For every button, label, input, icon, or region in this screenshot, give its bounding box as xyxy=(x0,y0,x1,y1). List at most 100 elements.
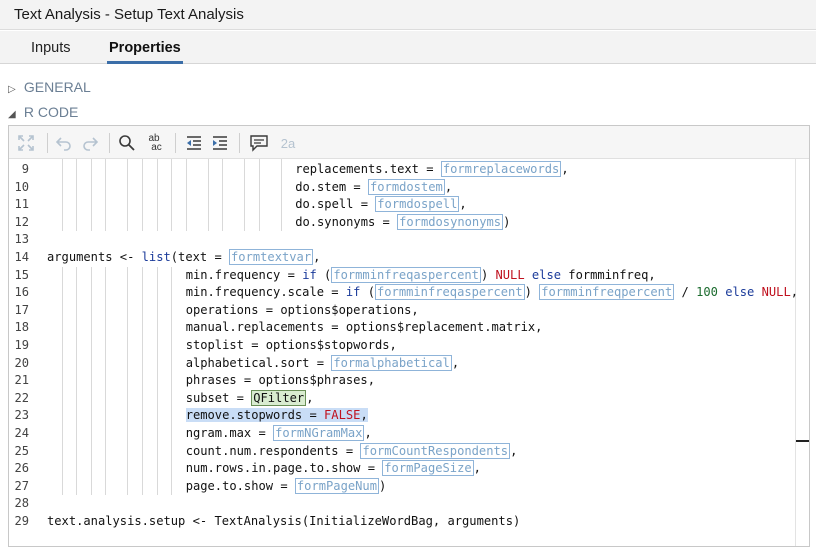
code-text[interactable]: text.analysis.setup <- TextAnalysis(Init… xyxy=(47,514,520,528)
code-text[interactable]: operations = options$operations, xyxy=(186,303,419,317)
code-text[interactable]: page.to.show = formPageNum) xyxy=(186,477,386,494)
replace-bottom-label: ac xyxy=(151,142,162,153)
code-line[interactable]: 26 num.rows.in.page.to.show = formPageSiz… xyxy=(9,460,809,478)
form-control-reference: formPageNum xyxy=(294,477,379,494)
code-text[interactable]: num.rows.in.page.to.show = formPageSize, xyxy=(185,460,481,477)
tab-inputs[interactable]: Inputs xyxy=(31,40,71,56)
code-token: do.stem = xyxy=(295,179,368,194)
code-text[interactable]: manual.replacements = options$replacemen… xyxy=(186,320,543,334)
section-general-label: GENERAL xyxy=(23,79,91,95)
code-token: ) xyxy=(503,214,511,229)
line-number: 27 xyxy=(14,478,29,493)
search-icon[interactable] xyxy=(116,132,138,154)
redo-icon[interactable] xyxy=(79,132,101,154)
code-line[interactable]: 12 do.synonyms = formdosynonyms) xyxy=(9,213,809,232)
toolbar-separator xyxy=(109,133,110,153)
code-line[interactable]: 23 remove.stopwords = FALSE, xyxy=(9,407,809,425)
code-line[interactable]: 20 alphabetical.sort = formalphabetical, xyxy=(9,354,809,373)
code-token: , xyxy=(306,390,314,405)
code-line[interactable]: 11 do.spell = formdospell, xyxy=(9,196,809,214)
code-text[interactable]: phrases = options$phrases, xyxy=(186,373,375,387)
form-control-reference: formNGramMax xyxy=(273,425,365,441)
form-control-reference: formminfreqaspercent xyxy=(331,266,481,283)
line-number: 23 xyxy=(14,408,29,423)
code-text[interactable]: stoplist = options$stopwords, xyxy=(186,338,397,352)
code-token: text.analysis.setup <- TextAnalysis(Init… xyxy=(47,514,521,528)
title-bar: Text Analysis - Setup Text Analysis xyxy=(0,0,816,30)
code-token: replacements.text = xyxy=(295,162,441,176)
code-line[interactable]: 15 min.frequency = if (formminfreqasperce… xyxy=(9,266,809,285)
code-text[interactable]: count.num.respondents = formCountRespond… xyxy=(185,442,517,459)
keyword-token: if xyxy=(345,285,361,300)
code-token: ngram.max = xyxy=(185,426,274,440)
code-token: do.synonyms = xyxy=(295,214,398,229)
code-text[interactable]: replacements.text = formreplacewords, xyxy=(295,161,569,177)
code-line[interactable]: 18 manual.replacements = options$replacem… xyxy=(9,319,809,337)
code-text[interactable]: subset = QFilter, xyxy=(185,389,314,406)
code-line[interactable]: 29 text.analysis.setup <- TextAnalysis(In… xyxy=(9,513,809,531)
collapsed-arrow-icon: ▷ xyxy=(8,84,16,95)
code-token: manual.replacements = options$replacemen… xyxy=(185,320,543,335)
editor-toolbar: ab ac 2a xyxy=(9,126,809,159)
code-token: , xyxy=(444,179,453,194)
window-title: Text Analysis - Setup Text Analysis xyxy=(14,6,244,23)
code-line[interactable]: 27 page.to.show = formPageNum) xyxy=(9,477,809,496)
literal-token: NULL xyxy=(495,267,525,282)
code-line[interactable]: 24 ngram.max = formNGramMax, xyxy=(9,425,809,443)
code-editor[interactable]: ab ac 2a 9 replacements.text = formreplac… xyxy=(8,125,810,547)
section-rcode-label: R CODE xyxy=(23,104,79,120)
code-line[interactable]: 13 xyxy=(9,231,809,249)
code-text[interactable]: min.frequency = if (formminfreqaspercent… xyxy=(186,266,656,283)
code-text[interactable]: do.synonyms = formdosynonyms) xyxy=(295,213,511,230)
toolbar-separator xyxy=(175,133,176,153)
keyword-token: else xyxy=(531,267,562,282)
code-text[interactable]: min.frequency.scale = if (formminfreqasp… xyxy=(185,284,798,301)
line-number: 14 xyxy=(14,250,29,264)
selected-code-text[interactable]: remove.stopwords = FALSE, xyxy=(185,408,368,423)
code-text[interactable]: do.stem = formdostem, xyxy=(295,178,453,195)
form-control-reference: formdostem xyxy=(368,178,445,195)
code-line[interactable]: 17 operations = options$operations, xyxy=(9,302,809,320)
code-text[interactable]: ngram.max = formNGramMax, xyxy=(185,425,372,441)
code-token: formminfreq, xyxy=(561,267,656,282)
line-number: 22 xyxy=(14,390,29,405)
form-control-reference: formminfreqpercent xyxy=(539,284,675,301)
code-token: ) xyxy=(524,285,540,300)
indent-icon[interactable] xyxy=(209,132,231,154)
tab-properties[interactable]: Properties xyxy=(107,40,183,64)
code-line[interactable]: 22 subset = QFilter, xyxy=(9,389,809,408)
section-rcode-header[interactable]: ◢ R CODE xyxy=(8,104,78,120)
line-number: 20 xyxy=(14,355,29,370)
code-token: subset = xyxy=(185,390,252,405)
code-line[interactable]: 14 arguments <- list(text = formtextvar, xyxy=(9,249,809,267)
replace-icon[interactable]: ab ac xyxy=(143,132,165,154)
font-size-icon[interactable]: 2a xyxy=(277,132,299,154)
code-area[interactable]: 9 replacements.text = formreplacewords, 10… xyxy=(9,159,809,546)
code-token: count.num.respondents = xyxy=(185,443,361,458)
undo-icon[interactable] xyxy=(53,132,75,154)
code-token: do.spell = xyxy=(295,197,376,212)
comment-icon[interactable] xyxy=(248,132,270,154)
tab-bar: Inputs Properties xyxy=(0,31,816,64)
code-token: num.rows.in.page.to.show = xyxy=(185,461,383,476)
number-token: 100 xyxy=(696,285,718,300)
code-token: (text = xyxy=(170,250,230,264)
code-line[interactable]: 10 do.stem = formdostem, xyxy=(9,178,809,197)
code-token: , xyxy=(459,197,467,212)
code-line[interactable]: 25 count.num.respondents = formCountRespo… xyxy=(9,442,809,461)
code-text[interactable]: alphabetical.sort = formalphabetical, xyxy=(186,354,459,371)
section-general-header[interactable]: ▷ GENERAL xyxy=(8,79,91,95)
expand-icon[interactable] xyxy=(15,132,37,154)
code-line[interactable]: 19 stoplist = options$stopwords, xyxy=(9,337,809,355)
code-line[interactable]: 28 xyxy=(9,495,809,513)
code-text[interactable]: arguments <- list(text = formtextvar, xyxy=(47,249,320,265)
code-line[interactable]: 9 replacements.text = formreplacewords, xyxy=(9,161,809,179)
code-line[interactable]: 16 min.frequency.scale = if (formminfreqa… xyxy=(9,284,809,302)
outdent-icon[interactable] xyxy=(183,132,205,154)
code-token: / xyxy=(674,285,697,300)
keyword-token: if xyxy=(302,267,317,282)
code-text[interactable]: do.spell = formdospell, xyxy=(295,196,467,213)
code-token: min.frequency.scale = xyxy=(185,285,346,300)
code-line[interactable]: 21 phrases = options$phrases, xyxy=(9,372,809,390)
